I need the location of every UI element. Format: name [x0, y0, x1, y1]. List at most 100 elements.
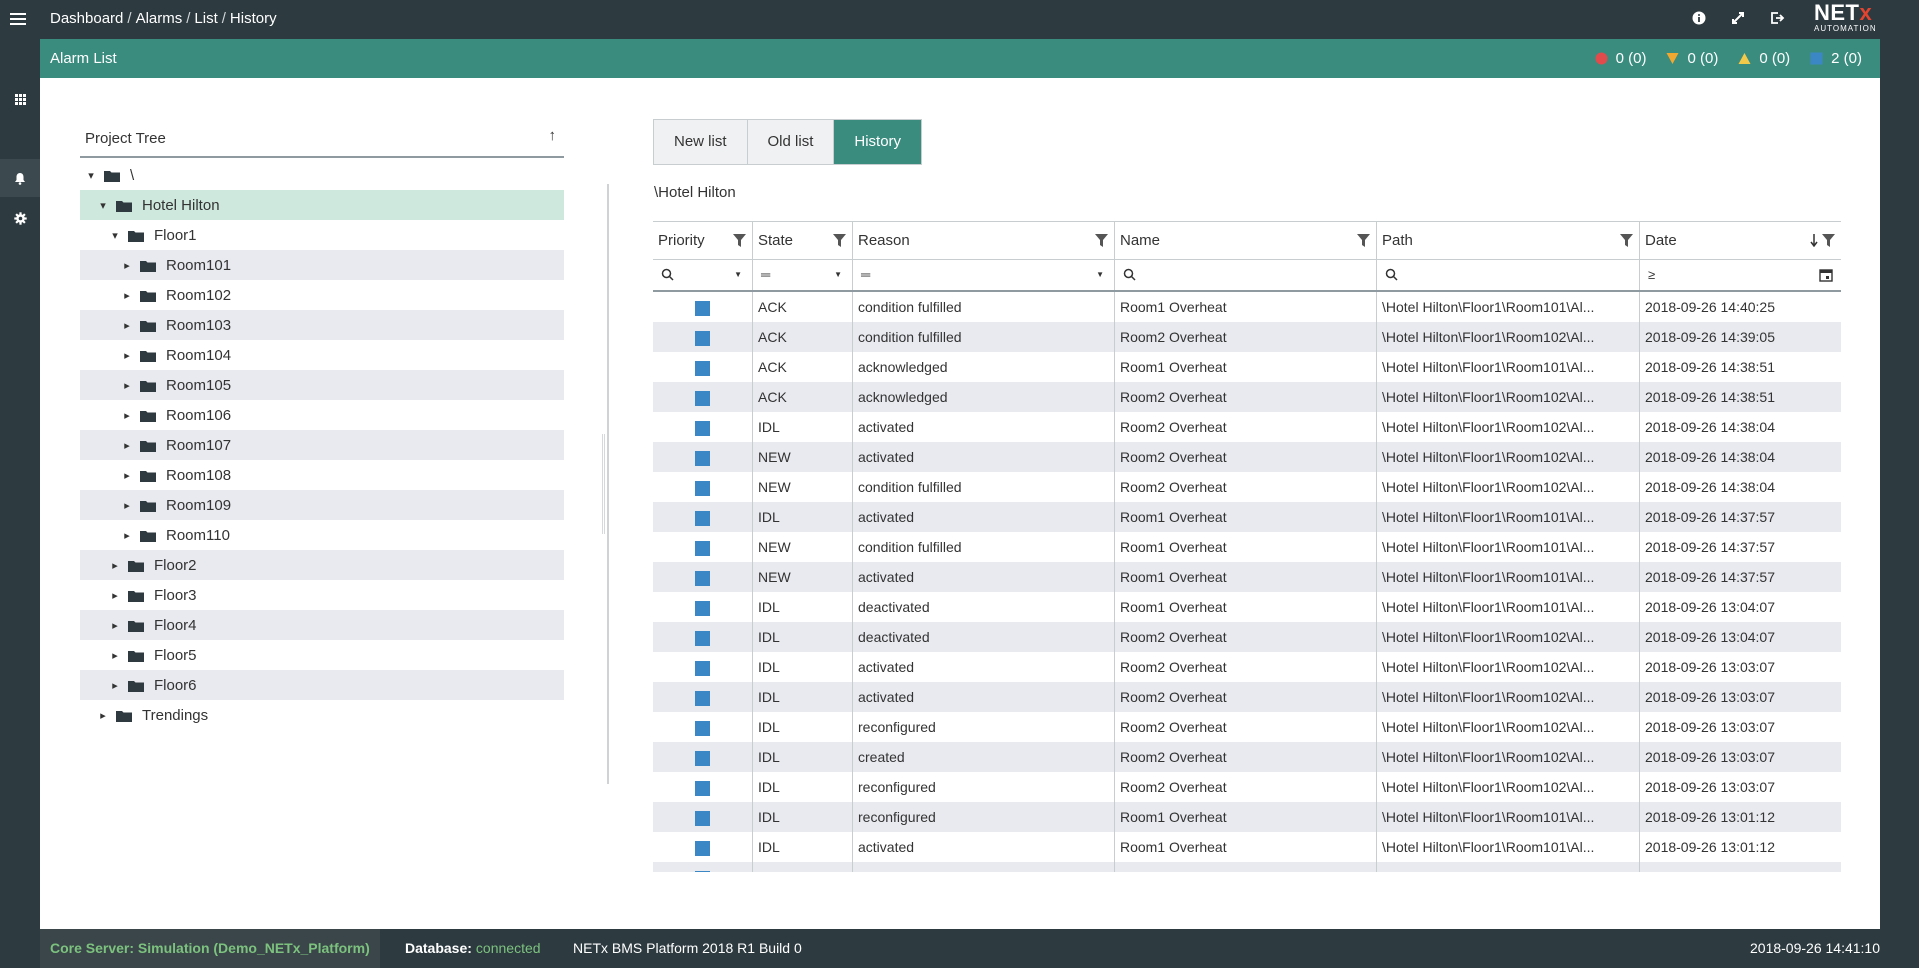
tree-node-hotel-hilton[interactable]: ▾ Hotel Hilton	[80, 190, 564, 220]
column-name[interactable]: Name	[1115, 222, 1377, 260]
tree-node-floor[interactable]: ▸ Floor2	[80, 550, 564, 580]
collapse-caret-icon[interactable]: ▸	[110, 559, 120, 572]
table-row[interactable]: NEW activated Room2 Overheat \Hotel Hilton\…	[653, 442, 1841, 472]
column-state[interactable]: State	[753, 222, 853, 260]
collapse-caret-icon[interactable]: ▸	[110, 589, 120, 602]
name-filter-input[interactable]	[1141, 264, 1298, 286]
reason-filter[interactable]: ═ ▼	[853, 260, 1115, 290]
filter-icon[interactable]	[1357, 234, 1370, 247]
calendar-icon[interactable]	[1819, 268, 1833, 282]
priority-filter[interactable]: ▼	[653, 260, 753, 290]
tree-node-room[interactable]: ▸ Room107	[80, 430, 564, 460]
table-row[interactable]: NEW condition fulfilled Room2 Overheat \Hot…	[653, 472, 1841, 502]
counter-minor[interactable]: 0 (0)	[1738, 50, 1790, 67]
fullscreen-icon[interactable]	[1729, 9, 1747, 27]
tab-old-list[interactable]: Old list	[747, 120, 835, 164]
tree-node-floor1[interactable]: ▾ Floor1	[80, 220, 564, 250]
collapse-caret-icon[interactable]: ▸	[122, 529, 132, 542]
breadcrumb-alarms[interactable]: Alarms	[136, 10, 183, 27]
table-row[interactable]: IDLactivatedRoom1 Overheat\Hotel Hilton\…	[653, 832, 1841, 862]
collapse-caret-icon[interactable]: ▸	[122, 469, 132, 482]
table-row[interactable]: IDLactivatedRoom1 Overheat\Hotel Hilton\…	[653, 502, 1841, 532]
tree-node-room[interactable]: ▸ Room102	[80, 280, 564, 310]
filter-icon[interactable]	[1620, 234, 1633, 247]
tree-node-room[interactable]: ▸ Room103	[80, 310, 564, 340]
table-row[interactable]: IDL reconfigured Room2 Overheat \Hotel Hilt…	[653, 772, 1841, 802]
collapse-caret-icon[interactable]: ▸	[122, 499, 132, 512]
column-reason[interactable]: Reason	[853, 222, 1115, 260]
chevron-down-icon[interactable]: ▼	[734, 270, 742, 279]
sort-ascending-icon[interactable]: ↑	[549, 127, 557, 144]
counter-critical[interactable]: 0 (0)	[1595, 50, 1646, 67]
bell-icon[interactable]	[0, 159, 40, 197]
sort-descending-icon[interactable]	[1810, 234, 1818, 247]
table-row[interactable]: NEW activated Room1 Overheat \Hotel Hilton\…	[653, 562, 1841, 592]
tree-node-room[interactable]: ▸ Room101	[80, 250, 564, 280]
info-icon[interactable]	[1690, 9, 1708, 27]
table-row[interactable]: IDLactivatedRoom1 Overheat\Hotel Hilton\…	[653, 862, 1841, 872]
table-row[interactable]: IDL deactivated Room2 Overheat \Hotel Hilto…	[653, 622, 1841, 652]
tree-node-floor[interactable]: ▸ Floor5	[80, 640, 564, 670]
collapse-caret-icon[interactable]: ▸	[122, 289, 132, 302]
tree-node-room[interactable]: ▸ Room105	[80, 370, 564, 400]
table-row[interactable]: IDL created Room2 Overheat \Hotel Hilton\Fl…	[653, 742, 1841, 772]
gear-icon[interactable]	[0, 199, 40, 237]
table-row[interactable]: IDL activated Room2 Overheat \Hotel Hilton\…	[653, 412, 1841, 442]
tree-node-floor[interactable]: ▸ Floor3	[80, 580, 564, 610]
table-row[interactable]: IDL deactivated Room1 Overheat \Hotel Hilto…	[653, 592, 1841, 622]
table-row[interactable]: IDL activated Room2 Overheat \Hotel Hilton\…	[653, 682, 1841, 712]
breadcrumb-list[interactable]: List	[194, 10, 217, 27]
logout-icon[interactable]	[1768, 9, 1786, 27]
tree-node-room[interactable]: ▸ Room106	[80, 400, 564, 430]
filter-icon[interactable]	[833, 234, 846, 247]
date-filter-input[interactable]	[1666, 264, 1787, 286]
expand-caret-icon[interactable]: ▾	[98, 199, 108, 212]
table-row[interactable]: ACK acknowledged Room1 Overheat \Hotel Hilt…	[653, 352, 1841, 382]
state-filter[interactable]: ═ ▼	[753, 260, 853, 290]
tree-node-floor[interactable]: ▸ Floor6	[80, 670, 564, 700]
table-row[interactable]: IDL reconfigured Room2 Overheat \Hotel Hilt…	[653, 712, 1841, 742]
counter-major[interactable]: 0 (0)	[1666, 50, 1718, 67]
collapse-caret-icon[interactable]: ▸	[110, 619, 120, 632]
table-row[interactable]: NEW condition fulfilled Room1 Overheat \Hot…	[653, 532, 1841, 562]
tree-node-floor[interactable]: ▸ Floor4	[80, 610, 564, 640]
tab-history[interactable]: History	[834, 120, 922, 164]
filter-icon[interactable]	[1095, 234, 1108, 247]
table-row[interactable]: ACK acknowledged Room2 Overheat \Hotel Hilt…	[653, 382, 1841, 412]
tree-node-room[interactable]: ▸ Room109	[80, 490, 564, 520]
tree-node-trendings[interactable]: ▸ Trendings	[80, 700, 564, 730]
collapse-caret-icon[interactable]: ▸	[122, 259, 132, 272]
table-row[interactable]: IDL activated Room2 Overheat \Hotel Hilton\…	[653, 652, 1841, 682]
tree-node-room[interactable]: ▸ Room104	[80, 340, 564, 370]
collapse-caret-icon[interactable]: ▸	[122, 439, 132, 452]
column-path[interactable]: Path	[1377, 222, 1640, 260]
collapse-caret-icon[interactable]: ▸	[122, 409, 132, 422]
collapse-caret-icon[interactable]: ▸	[110, 649, 120, 662]
resize-handle[interactable]	[602, 434, 605, 534]
tab-new-list[interactable]: New list	[654, 120, 748, 164]
counter-info[interactable]: 2 (0)	[1810, 50, 1862, 67]
chevron-down-icon[interactable]: ▼	[1096, 270, 1104, 279]
table-row[interactable]: IDL reconfigured Room1 Overheat \Hotel Hilt…	[653, 802, 1841, 832]
collapse-caret-icon[interactable]: ▸	[122, 319, 132, 332]
chevron-down-icon[interactable]: ▼	[834, 270, 842, 279]
expand-caret-icon[interactable]: ▾	[110, 229, 120, 242]
collapse-caret-icon[interactable]: ▸	[122, 379, 132, 392]
column-date[interactable]: Date	[1640, 222, 1841, 260]
tree-node-room[interactable]: ▸ Room108	[80, 460, 564, 490]
greater-equal-operator-icon[interactable]: ≥	[1648, 268, 1661, 281]
collapse-caret-icon[interactable]: ▸	[110, 679, 120, 692]
table-row[interactable]: ACK condition fulfilled Room1 Overheat \Hot…	[653, 292, 1841, 322]
breadcrumb-dashboard[interactable]: Dashboard	[50, 10, 123, 27]
collapse-caret-icon[interactable]: ▸	[122, 349, 132, 362]
table-row[interactable]: ACK condition fulfilled Room2 Overheat \Hot…	[653, 322, 1841, 352]
apps-grid-icon[interactable]	[0, 80, 40, 118]
collapse-caret-icon[interactable]: ▸	[98, 709, 108, 722]
column-priority[interactable]: Priority	[653, 222, 753, 260]
filter-icon[interactable]	[733, 234, 746, 247]
path-filter-input[interactable]	[1403, 264, 1561, 286]
menu-icon[interactable]	[10, 13, 26, 26]
filter-icon[interactable]	[1822, 234, 1835, 247]
tree-node-root[interactable]: ▾ \	[80, 160, 564, 190]
expand-caret-icon[interactable]: ▾	[86, 169, 96, 182]
